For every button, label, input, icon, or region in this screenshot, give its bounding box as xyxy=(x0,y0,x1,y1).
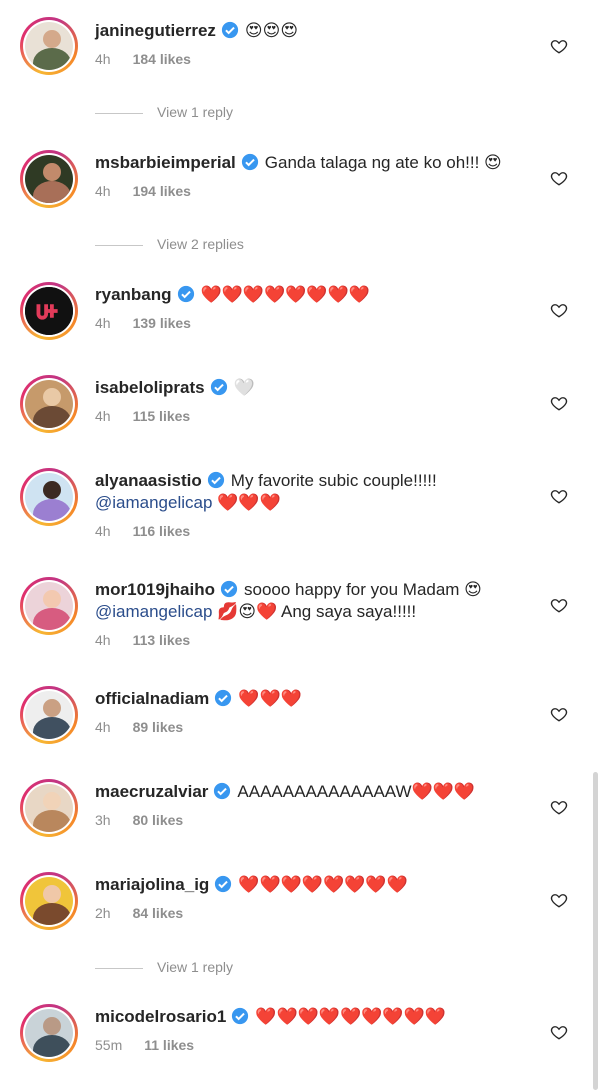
verified-badge-icon xyxy=(177,285,194,303)
likes-count[interactable]: 115 likes xyxy=(133,408,191,424)
verified-badge-icon xyxy=(232,1007,249,1025)
timestamp: 3h xyxy=(95,812,111,828)
comment-meta: 3h 80 likes xyxy=(95,812,183,828)
username[interactable]: ryanbang xyxy=(95,285,172,304)
likes-count[interactable]: 184 likes xyxy=(133,51,191,67)
comment-text: msbarbieimperial Ganda talaga ng ate ko o… xyxy=(95,153,502,172)
comment-meta: 2h 84 likes xyxy=(95,905,183,921)
comment-text: mariajolina_ig ❤️❤️❤️❤️❤️❤️❤️❤️ xyxy=(95,875,408,894)
avatar[interactable] xyxy=(20,686,78,744)
divider xyxy=(95,244,143,246)
avatar[interactable] xyxy=(20,872,78,930)
comment-text: officialnadiam ❤️❤️❤️ xyxy=(95,689,302,708)
username[interactable]: maecruzalviar xyxy=(95,782,208,801)
verified-badge-icon xyxy=(220,580,238,598)
timestamp: 4h xyxy=(95,51,111,67)
comment-meta: 4h 194 likes xyxy=(95,183,191,199)
mention-link[interactable]: @iamangelicap xyxy=(95,493,212,512)
verified-badge-icon xyxy=(207,471,224,489)
heart-icon[interactable] xyxy=(550,394,568,412)
comment-meta: 4h 116 likes xyxy=(95,523,190,539)
likes-count[interactable]: 113 likes xyxy=(133,632,191,648)
username[interactable]: mor1019jhaiho xyxy=(95,580,215,599)
timestamp: 4h xyxy=(95,183,111,199)
avatar[interactable] xyxy=(20,468,78,526)
divider xyxy=(95,967,143,969)
view-replies-button[interactable]: View 2 replies xyxy=(95,236,244,252)
likes-count[interactable]: 89 likes xyxy=(133,719,184,735)
verified-badge-icon xyxy=(210,378,227,396)
heart-icon[interactable] xyxy=(550,169,568,187)
comment-text: isabeloliprats 🤍 xyxy=(95,378,255,397)
comment-meta: 4h 184 likes xyxy=(95,51,191,67)
heart-icon[interactable] xyxy=(550,487,568,505)
username[interactable]: janinegutierrez xyxy=(95,21,216,40)
avatar[interactable] xyxy=(20,150,78,208)
mention-link[interactable]: @iamangelicap xyxy=(95,602,212,621)
timestamp: 4h xyxy=(95,632,111,648)
heart-icon[interactable] xyxy=(550,798,568,816)
scrollbar[interactable] xyxy=(593,772,598,1090)
verified-badge-icon xyxy=(241,153,258,171)
heart-icon[interactable] xyxy=(550,891,568,909)
avatar[interactable] xyxy=(20,1004,78,1062)
timestamp: 4h xyxy=(95,315,111,331)
heart-icon[interactable] xyxy=(550,1023,568,1041)
comment-meta: 4h 139 likes xyxy=(95,315,191,331)
username[interactable]: isabeloliprats xyxy=(95,378,205,397)
comment-text: mor1019jhaiho soooo happy for you Madam 😍… xyxy=(95,580,482,621)
timestamp: 55m xyxy=(95,1037,123,1053)
comment-text: alyanaasistio My favorite subic couple!!!… xyxy=(95,471,437,512)
likes-count[interactable]: 84 likes xyxy=(133,905,184,921)
timestamp: 2h xyxy=(95,905,111,921)
likes-count[interactable]: 194 likes xyxy=(133,183,191,199)
verified-badge-icon xyxy=(215,875,232,893)
comment-meta: 4h 89 likes xyxy=(95,719,183,735)
likes-count[interactable]: 80 likes xyxy=(133,812,184,828)
avatar[interactable] xyxy=(20,375,78,433)
verified-badge-icon xyxy=(214,782,231,800)
username[interactable]: mariajolina_ig xyxy=(95,875,209,894)
heart-icon[interactable] xyxy=(550,596,568,614)
likes-count[interactable]: 11 likes xyxy=(144,1037,194,1053)
divider xyxy=(95,112,143,114)
comment-text: micodelrosario1 ❤️❤️❤️❤️❤️❤️❤️❤️❤️ xyxy=(95,1007,446,1026)
comment-meta: 55m 11 likes xyxy=(95,1037,194,1053)
timestamp: 4h xyxy=(95,719,111,735)
avatar[interactable] xyxy=(20,282,78,340)
timestamp: 4h xyxy=(95,523,111,539)
verified-badge-icon xyxy=(221,21,239,39)
avatar[interactable] xyxy=(20,577,78,635)
comment-meta: 4h 115 likes xyxy=(95,408,190,424)
view-replies-button[interactable]: View 1 reply xyxy=(95,104,233,120)
comment-meta: 4h 113 likes xyxy=(95,632,190,648)
username[interactable]: officialnadiam xyxy=(95,689,209,708)
heart-icon[interactable] xyxy=(550,301,568,319)
username[interactable]: micodelrosario1 xyxy=(95,1007,226,1026)
comment-text: janinegutierrez 😍😍😍 xyxy=(95,21,299,40)
comment-text: ryanbang ❤️❤️❤️❤️❤️❤️❤️❤️ xyxy=(95,285,370,304)
avatar[interactable] xyxy=(20,17,78,75)
heart-icon[interactable] xyxy=(550,705,568,723)
avatar[interactable] xyxy=(20,779,78,837)
likes-count[interactable]: 116 likes xyxy=(133,523,191,539)
username[interactable]: msbarbieimperial xyxy=(95,153,236,172)
comment-text: maecruzalviar AAAAAAAAAAAAAAW❤️❤️❤️ xyxy=(95,782,476,801)
likes-count[interactable]: 139 likes xyxy=(133,315,191,331)
username[interactable]: alyanaasistio xyxy=(95,471,202,490)
comments-list: janinegutierrez 😍😍😍 4h 184 likes View 1 re… xyxy=(0,0,600,1090)
view-replies-button[interactable]: View 1 reply xyxy=(95,959,233,975)
logo-icon xyxy=(25,287,73,335)
timestamp: 4h xyxy=(95,408,111,424)
heart-icon[interactable] xyxy=(550,37,568,55)
verified-badge-icon xyxy=(215,689,232,707)
